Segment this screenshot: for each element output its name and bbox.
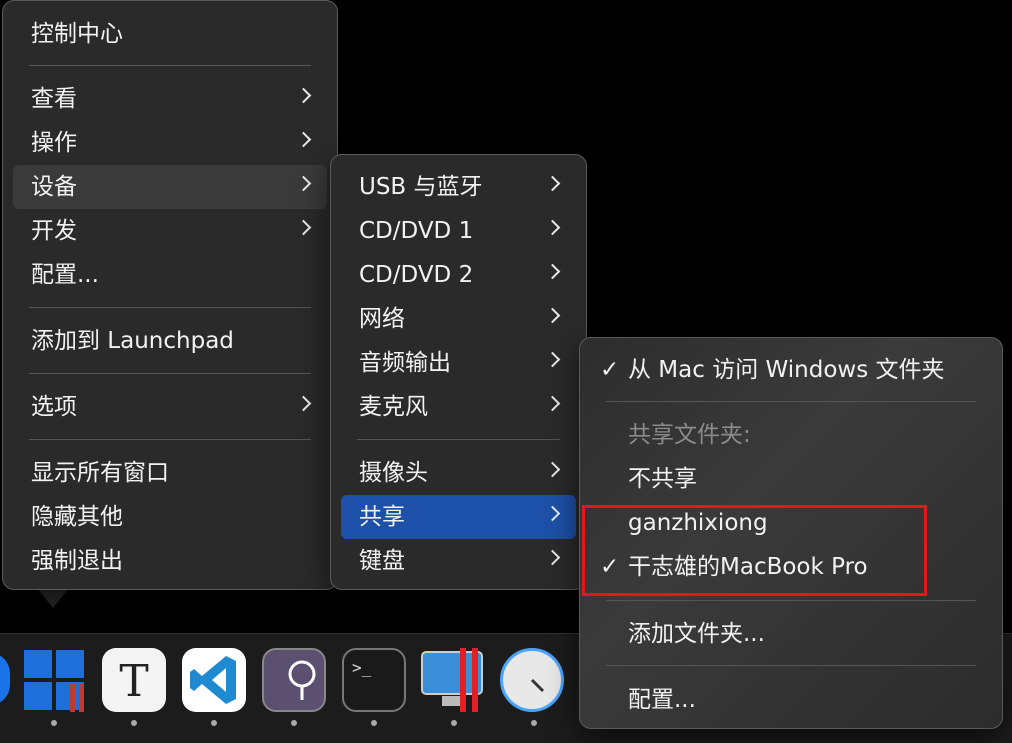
terminal-prompt-glyph: >_ xyxy=(352,658,372,677)
chevron-right-icon xyxy=(544,175,561,192)
textedit-glyph: T xyxy=(119,656,149,707)
menu-item-develop[interactable]: 开发 xyxy=(13,209,327,253)
chevron-right-icon xyxy=(544,263,561,280)
menu-item-devices[interactable]: 设备 xyxy=(13,165,327,209)
dock-running-indicator xyxy=(451,720,457,726)
sharing-item-access-windows-folders[interactable]: ✓ 从 Mac 访问 Windows 文件夹 xyxy=(588,348,994,392)
menu-separator xyxy=(29,373,311,374)
menu-item-label: 强制退出 xyxy=(31,548,123,574)
checkmark-icon: ✓ xyxy=(600,357,620,383)
menu-item-label: CD/DVD 1 xyxy=(359,218,474,244)
menu-item-label: 键盘 xyxy=(359,548,405,574)
menu-item-label: 添加到 Launchpad xyxy=(31,328,234,354)
menu-item-label: 配置... xyxy=(628,687,696,713)
menu-title-control-center[interactable]: 控制中心 xyxy=(13,12,327,56)
menu-item-configure[interactable]: 配置... xyxy=(13,253,327,297)
menu-item-label: 音频输出 xyxy=(359,350,451,376)
menu-separator xyxy=(606,600,976,601)
dock-running-indicator xyxy=(291,720,297,726)
shared-folders-header: 共享文件夹: xyxy=(588,413,994,457)
menu-separator xyxy=(29,65,311,66)
dock-running-indicator xyxy=(371,720,377,726)
menu-item-hide-others[interactable]: 隐藏其他 xyxy=(13,495,327,539)
dock-context-menu: 控制中心 查看 操作 设备 开发 配置... 添加到 Launchpad 选项 … xyxy=(2,0,338,590)
terminal-icon[interactable]: >_ xyxy=(342,648,406,712)
menu-item-label: 开发 xyxy=(31,218,77,244)
menu-separator xyxy=(357,439,560,440)
submenu-item-usb-bluetooth[interactable]: USB 与蓝牙 xyxy=(341,165,576,209)
menu-item-show-all-windows[interactable]: 显示所有窗口 xyxy=(13,451,327,495)
menu-item-label: 设备 xyxy=(31,174,77,200)
chevron-right-icon xyxy=(295,87,312,104)
menu-item-label: 共享 xyxy=(359,504,405,530)
dock-running-indicator xyxy=(211,720,217,726)
menu-separator xyxy=(29,307,311,308)
submenu-item-keyboard[interactable]: 键盘 xyxy=(341,539,576,583)
menu-title-label: 控制中心 xyxy=(31,21,123,47)
speed-gauge-icon[interactable] xyxy=(500,648,564,712)
highlight-annotation-box xyxy=(582,505,927,596)
dock-running-indicator xyxy=(51,720,57,726)
sharing-item-add-folder[interactable]: 添加文件夹... xyxy=(588,612,994,656)
chevron-right-icon xyxy=(544,307,561,324)
submenu-item-cd-dvd-1[interactable]: CD/DVD 1 xyxy=(341,209,576,253)
menu-item-view[interactable]: 查看 xyxy=(13,77,327,121)
chevron-right-icon xyxy=(295,175,312,192)
menu-item-label: 网络 xyxy=(359,306,405,332)
menu-item-force-quit[interactable]: 强制退出 xyxy=(13,539,327,583)
submenu-item-sharing[interactable]: 共享 xyxy=(341,495,576,539)
chevron-right-icon xyxy=(544,505,561,522)
vscode-icon[interactable] xyxy=(182,648,246,712)
dock-running-indicator xyxy=(131,720,137,726)
chevron-right-icon xyxy=(544,351,561,368)
submenu-item-microphone[interactable]: 麦克风 xyxy=(341,385,576,429)
menu-item-add-to-launchpad[interactable]: 添加到 Launchpad xyxy=(13,319,327,363)
menu-item-label: 隐藏其他 xyxy=(31,504,123,530)
menu-item-actions[interactable]: 操作 xyxy=(13,121,327,165)
submenu-item-audio-output[interactable]: 音频输出 xyxy=(341,341,576,385)
menu-separator xyxy=(606,401,976,402)
chevron-right-icon xyxy=(295,395,312,412)
sharing-item-no-share[interactable]: 不共享 xyxy=(588,457,994,501)
menu-item-label: 配置... xyxy=(31,262,99,288)
sharing-item-configure[interactable]: 配置... xyxy=(588,678,994,722)
menu-item-label: USB 与蓝牙 xyxy=(359,174,483,200)
menu-item-label: 查看 xyxy=(31,86,77,112)
menu-item-label: CD/DVD 2 xyxy=(359,262,474,288)
chevron-right-icon xyxy=(544,549,561,566)
dock-running-indicator xyxy=(531,720,537,726)
menu-separator xyxy=(29,439,311,440)
menu-pointer-arrow xyxy=(37,588,69,608)
chevron-right-icon xyxy=(295,131,312,148)
menu-item-label: 不共享 xyxy=(628,466,697,492)
menu-item-label: 摄像头 xyxy=(359,460,428,486)
section-header-label: 共享文件夹: xyxy=(628,422,751,448)
menu-item-label: 选项 xyxy=(31,394,77,420)
submenu-item-network[interactable]: 网络 xyxy=(341,297,576,341)
menu-item-label: 从 Mac 访问 Windows 文件夹 xyxy=(628,357,945,383)
keychain-search-icon[interactable] xyxy=(262,648,326,712)
chevron-right-icon xyxy=(544,395,561,412)
chevron-right-icon xyxy=(544,461,561,478)
chevron-right-icon xyxy=(295,219,312,236)
menu-item-label: 添加文件夹... xyxy=(628,621,765,647)
parallels-desktop-icon[interactable] xyxy=(420,648,484,712)
menu-item-options[interactable]: 选项 xyxy=(13,385,327,429)
menu-item-label: 操作 xyxy=(31,130,77,156)
chevron-right-icon xyxy=(544,219,561,236)
devices-submenu: USB 与蓝牙 CD/DVD 1 CD/DVD 2 网络 音频输出 麦克风 摄像… xyxy=(330,154,587,590)
submenu-item-cd-dvd-2[interactable]: CD/DVD 2 xyxy=(341,253,576,297)
menu-item-label: 麦克风 xyxy=(359,394,428,420)
menu-item-label: 显示所有窗口 xyxy=(31,460,169,486)
parallels-windows-icon[interactable] xyxy=(22,648,86,712)
submenu-item-camera[interactable]: 摄像头 xyxy=(341,451,576,495)
textedit-icon[interactable]: T xyxy=(102,648,166,712)
menu-separator xyxy=(606,665,976,666)
